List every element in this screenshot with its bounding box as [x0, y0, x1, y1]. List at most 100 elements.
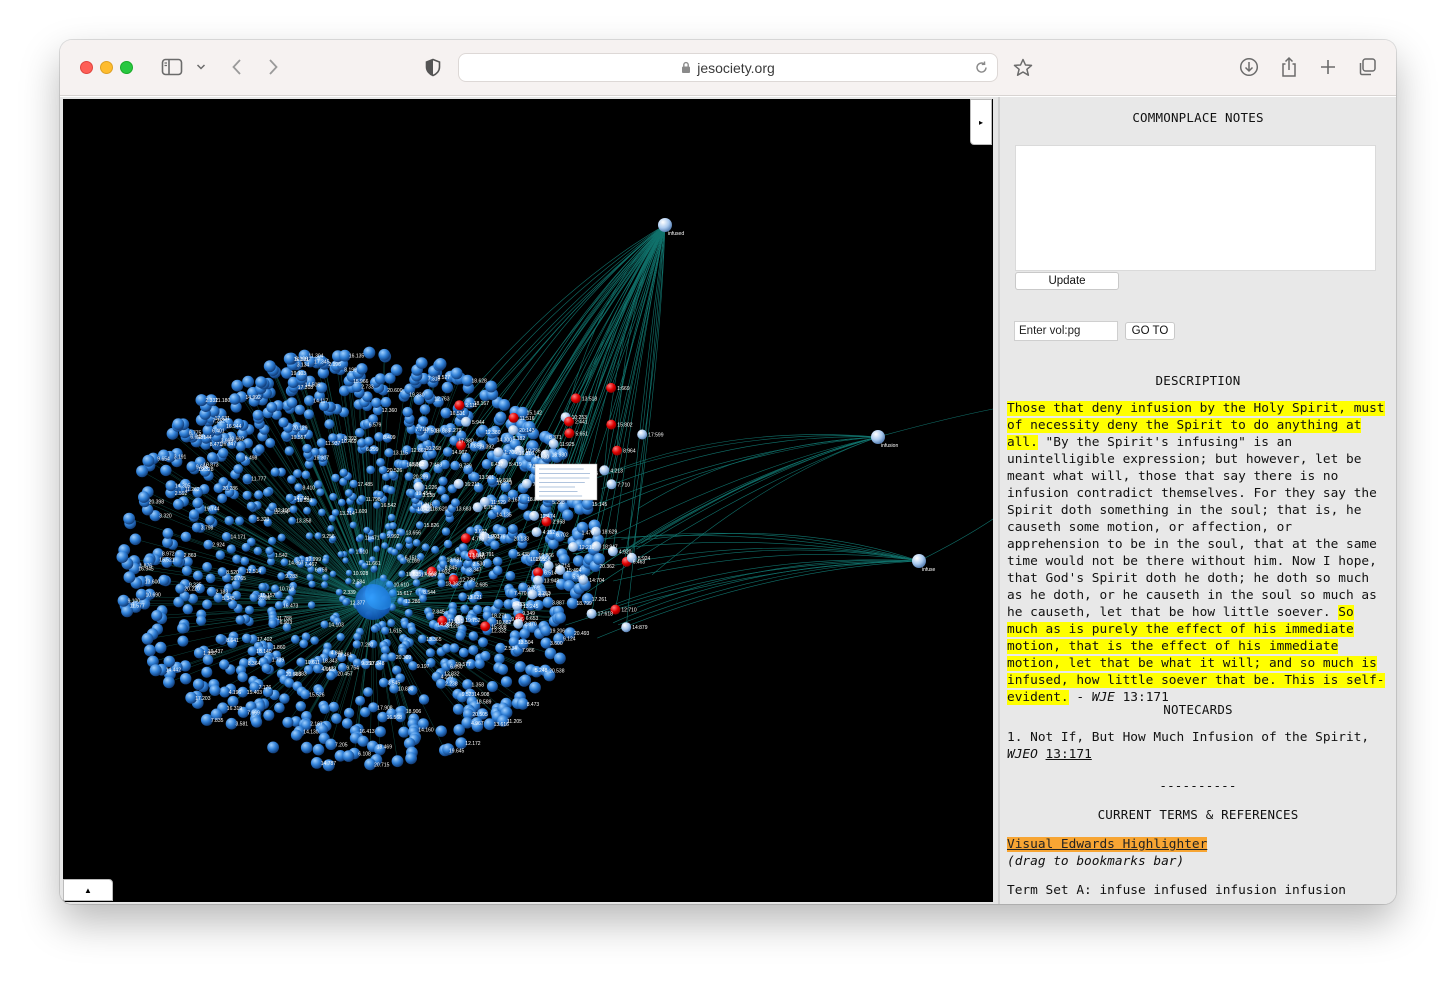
- svg-text:5:111: 5:111: [465, 403, 477, 409]
- svg-text:3.798: 3.798: [201, 526, 214, 532]
- svg-text:10.819: 10.819: [496, 478, 512, 484]
- svg-text:2.863: 2.863: [184, 553, 197, 559]
- svg-text:1.955: 1.955: [203, 651, 216, 657]
- svg-text:2.733: 2.733: [361, 385, 374, 391]
- page-viewport: 1.910 11.661 10.928 11.471 2.584 9.992 2.339 9.…: [60, 97, 1396, 904]
- address-bar[interactable]: jesociety.org: [458, 53, 998, 82]
- svg-text:20.493: 20.493: [574, 631, 590, 637]
- svg-text:2.584: 2.584: [352, 579, 365, 585]
- bookmark-star-icon[interactable]: [1012, 54, 1034, 80]
- svg-text:6.401: 6.401: [212, 428, 225, 434]
- sidebar-icon[interactable]: [160, 54, 184, 80]
- tab-overview-icon[interactable]: [1356, 54, 1378, 80]
- svg-text:6.579: 6.579: [369, 423, 382, 429]
- svg-text:11:529: 11:529: [491, 500, 506, 506]
- svg-text:4:789: 4:789: [472, 536, 485, 542]
- svg-text:7.280: 7.280: [361, 642, 374, 648]
- svg-text:18.343: 18.343: [322, 658, 338, 664]
- svg-text:19.645: 19.645: [449, 748, 465, 754]
- browser-toolbar: jesociety.org: [60, 40, 1396, 96]
- svg-text:2.924: 2.924: [212, 543, 225, 549]
- svg-text:8.641: 8.641: [226, 638, 239, 644]
- svg-text:5.967: 5.967: [572, 574, 585, 580]
- svg-text:12.763: 12.763: [434, 396, 450, 402]
- svg-text:17.261: 17.261: [592, 597, 608, 603]
- svg-text:16.307: 16.307: [314, 455, 330, 461]
- svg-text:9.197: 9.197: [417, 664, 430, 670]
- svg-text:15:308: 15:308: [491, 624, 507, 630]
- svg-text:20:143: 20:143: [519, 428, 535, 434]
- svg-text:15.617: 15.617: [397, 591, 413, 597]
- svg-text:14.442: 14.442: [166, 668, 182, 674]
- new-tab-plus-icon[interactable]: [1317, 54, 1339, 80]
- svg-text:1:706: 1:706: [504, 450, 517, 456]
- svg-text:19.577: 19.577: [456, 662, 472, 668]
- svg-text:2.167: 2.167: [310, 721, 323, 727]
- svg-text:3.959: 3.959: [221, 438, 234, 444]
- expand-bottom-button[interactable]: ▲: [63, 879, 113, 901]
- svg-text:6.702: 6.702: [556, 533, 569, 539]
- forward-icon[interactable]: [264, 54, 282, 80]
- svg-text:20.538: 20.538: [549, 668, 565, 674]
- collapse-panel-button[interactable]: ▸: [970, 99, 992, 145]
- update-button[interactable]: Update: [1015, 272, 1119, 290]
- hub-label: infusion: [881, 443, 898, 449]
- svg-text:14.171: 14.171: [231, 535, 247, 541]
- svg-text:19.330: 19.330: [409, 392, 425, 398]
- svg-text:17:618: 17:618: [598, 612, 614, 618]
- svg-text:9.739: 9.739: [459, 464, 472, 470]
- svg-text:1:932: 1:932: [438, 570, 451, 576]
- svg-text:6:514: 6:514: [544, 570, 557, 576]
- svg-text:16.135: 16.135: [349, 354, 365, 360]
- term-set: Term Set A: infuse infused infusion infu…: [1007, 883, 1346, 898]
- visual-edwards-highlighter-link[interactable]: Visual Edwards Highlighter: [1007, 837, 1208, 852]
- vol-page-input[interactable]: Enter vol:pg: [1014, 321, 1118, 341]
- svg-text:18.589: 18.589: [476, 700, 492, 706]
- download-icon[interactable]: [1238, 54, 1260, 80]
- chevron-down-icon[interactable]: [194, 54, 208, 80]
- minimize-window-button[interactable]: [100, 61, 113, 74]
- svg-text:15:802: 15:802: [617, 423, 633, 429]
- svg-text:1.478: 1.478: [582, 531, 595, 537]
- svg-text:13.358: 13.358: [296, 519, 312, 525]
- svg-text:8.199: 8.199: [344, 367, 357, 373]
- svg-text:17:859: 17:859: [467, 443, 483, 449]
- notecard-item[interactable]: 1. Not If, But How Much Infusion of the …: [1007, 729, 1391, 763]
- svg-text:16.473: 16.473: [283, 603, 299, 609]
- veh-block: Visual Edwards Highlighter (drag to book…: [1007, 836, 1208, 870]
- privacy-shield-icon[interactable]: [423, 54, 443, 80]
- svg-text:2.339: 2.339: [343, 590, 356, 596]
- svg-text:11.777: 11.777: [251, 477, 266, 483]
- network-graph-canvas[interactable]: 1.910 11.661 10.928 11.471 2.584 9.992 2.339 9.…: [63, 99, 993, 902]
- svg-text:3.191: 3.191: [174, 455, 187, 461]
- svg-text:11:516: 11:516: [520, 416, 535, 422]
- svg-text:15.403: 15.403: [247, 690, 263, 696]
- svg-text:11.394: 11.394: [274, 510, 289, 516]
- goto-button[interactable]: GO TO: [1125, 322, 1175, 340]
- network-graph[interactable]: 1.910 11.661 10.928 11.471 2.584 9.992 2.339 9.…: [63, 99, 993, 902]
- svg-text:13.600: 13.600: [145, 580, 161, 586]
- svg-text:2.238: 2.238: [445, 682, 458, 688]
- zoom-window-button[interactable]: [120, 61, 133, 74]
- svg-text:6.498: 6.498: [245, 455, 258, 461]
- svg-text:13.286: 13.286: [405, 599, 421, 605]
- reload-icon[interactable]: [974, 60, 989, 75]
- svg-text:13:948: 13:948: [544, 579, 560, 585]
- svg-text:15.826: 15.826: [424, 523, 440, 529]
- svg-text:20.129: 20.129: [292, 426, 308, 432]
- svg-text:12.172: 12.172: [465, 741, 481, 747]
- share-icon[interactable]: [1278, 54, 1300, 80]
- close-window-button[interactable]: [80, 61, 93, 74]
- svg-text:4:920: 4:920: [619, 549, 632, 555]
- notecard-ref-link[interactable]: 13:171: [1046, 747, 1092, 762]
- svg-text:20.309: 20.309: [396, 655, 412, 661]
- notecard-source: WJEO: [1007, 747, 1038, 762]
- svg-text:13:245: 13:245: [523, 604, 539, 610]
- svg-text:9.523: 9.523: [462, 692, 475, 698]
- back-icon[interactable]: [228, 54, 246, 80]
- svg-text:20.286: 20.286: [223, 486, 239, 492]
- svg-text:13.365: 13.365: [426, 637, 442, 643]
- svg-text:3.996: 3.996: [258, 596, 271, 602]
- notes-textarea[interactable]: [1015, 145, 1376, 271]
- svg-text:9.124: 9.124: [563, 637, 576, 643]
